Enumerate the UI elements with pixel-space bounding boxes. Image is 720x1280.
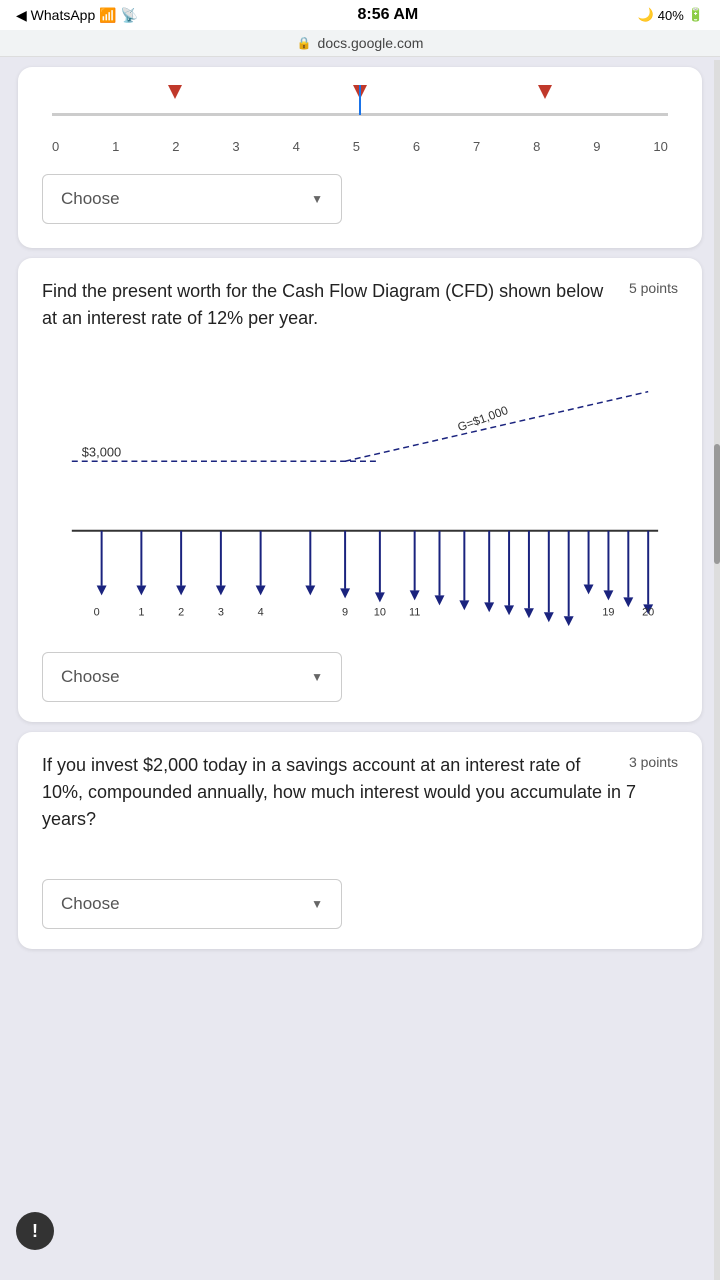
choose-label-3: Choose xyxy=(61,894,120,914)
svg-text:3: 3 xyxy=(218,606,224,618)
page-content: 0 1 2 3 4 5 6 7 8 9 10 Choose ▼ 5 points… xyxy=(0,67,720,949)
notification-button[interactable]: ! xyxy=(16,1212,54,1250)
url-bar[interactable]: 🔒 docs.google.com xyxy=(0,30,720,57)
svg-text:9: 9 xyxy=(342,606,348,618)
slider-track-container[interactable] xyxy=(52,85,668,135)
chevron-icon-2: ▼ xyxy=(311,670,323,684)
scrollbar-track[interactable] xyxy=(714,60,720,1280)
arrows-group: G=$1,000 xyxy=(97,392,654,627)
slider-card: 0 1 2 3 4 5 6 7 8 9 10 Choose ▼ xyxy=(18,67,702,248)
question-3-text: If you invest $2,000 today in a savings … xyxy=(42,755,636,829)
svg-text:11: 11 xyxy=(409,606,420,618)
question-2-text: Find the present worth for the Cash Flow… xyxy=(42,281,603,328)
chevron-icon-3: ▼ xyxy=(311,897,323,911)
marker-8 xyxy=(538,85,552,99)
cfd-chart: $3,000 xyxy=(42,356,678,636)
tick-labels: 0 1 2 3 4 5 6 7 8 9 10 xyxy=(52,139,668,154)
marker-2 xyxy=(168,85,182,99)
url-text: docs.google.com xyxy=(318,35,424,51)
marker-arrow-2 xyxy=(168,85,182,99)
slider-area[interactable]: 0 1 2 3 4 5 6 7 8 9 10 xyxy=(42,77,678,158)
svg-text:1: 1 xyxy=(138,606,144,618)
question-3-points: 3 points xyxy=(629,752,678,773)
svg-text:$3,000: $3,000 xyxy=(82,444,121,459)
question-2-points: 5 points xyxy=(629,278,678,299)
svg-text:19: 19 xyxy=(602,606,614,618)
question-2-title: 5 points Find the present worth for the … xyxy=(42,278,678,332)
status-bar: ◀ WhatsApp 📶 📡 8:56 AM 🌙 40% 🔋 xyxy=(0,0,720,30)
choose-dropdown-3[interactable]: Choose ▼ xyxy=(42,879,342,929)
choose-label-2: Choose xyxy=(61,667,120,687)
scrollbar-thumb[interactable] xyxy=(714,444,720,564)
marker-center xyxy=(359,85,361,115)
battery-icon: 🔋 xyxy=(688,7,704,23)
status-left: ◀ WhatsApp 📶 📡 xyxy=(16,7,138,24)
time-display: 8:56 AM xyxy=(357,6,418,24)
signal-icon: 📶 xyxy=(99,7,116,24)
back-whatsapp[interactable]: ◀ WhatsApp xyxy=(16,7,95,24)
status-right: 🌙 40% 🔋 xyxy=(638,7,704,23)
battery-text: 40% xyxy=(658,8,684,23)
lock-icon: 🔒 xyxy=(297,36,312,50)
cfd-svg: $3,000 xyxy=(42,356,678,636)
moon-icon: 🌙 xyxy=(638,7,654,23)
wifi-icon: 📡 xyxy=(121,7,138,24)
svg-text:0: 0 xyxy=(94,606,100,618)
marker-arrow-8 xyxy=(538,85,552,99)
question-3-card: 3 points If you invest $2,000 today in a… xyxy=(18,732,702,949)
question-2-card: 5 points Find the present worth for the … xyxy=(18,258,702,722)
choose-dropdown-2[interactable]: Choose ▼ xyxy=(42,652,342,702)
choose-label-1: Choose xyxy=(61,189,120,209)
svg-text:20: 20 xyxy=(642,606,654,618)
svg-text:10: 10 xyxy=(374,606,386,618)
svg-text:2: 2 xyxy=(178,606,184,618)
choose-dropdown-1[interactable]: Choose ▼ xyxy=(42,174,342,224)
svg-text:4: 4 xyxy=(258,606,264,618)
question-3-title: 3 points If you invest $2,000 today in a… xyxy=(42,752,678,833)
chevron-icon-1: ▼ xyxy=(311,192,323,206)
